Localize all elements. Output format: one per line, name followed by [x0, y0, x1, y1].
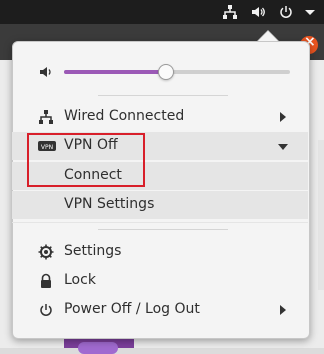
vpn-settings-item[interactable]: VPN Settings	[12, 191, 308, 219]
dropdown-icon[interactable]	[302, 4, 318, 20]
power-icon	[38, 302, 54, 318]
lock-item[interactable]: Lock	[12, 267, 308, 295]
volume-slider[interactable]	[64, 64, 290, 80]
volume-slider-fill	[64, 70, 166, 74]
network-wired-icon	[38, 109, 54, 125]
power-icon[interactable]	[278, 4, 294, 20]
submenu-arrow-icon	[280, 112, 286, 122]
lock-icon	[38, 273, 54, 289]
menu-pointer	[258, 31, 278, 41]
power-off-label: Power Off / Log Out	[64, 301, 200, 317]
lock-label: Lock	[64, 272, 96, 288]
wired-connected-label: Wired Connected	[64, 108, 185, 124]
gear-icon	[38, 244, 54, 260]
network-wired-icon[interactable]	[222, 4, 238, 20]
expand-arrow-icon	[278, 144, 288, 150]
submenu-arrow-icon	[280, 305, 286, 315]
settings-label: Settings	[64, 243, 122, 259]
volume-icon	[38, 64, 54, 80]
power-off-item[interactable]: Power Off / Log Out	[12, 296, 308, 324]
volume-slider-knob[interactable]	[157, 64, 174, 80]
highlight-box	[27, 133, 145, 187]
background-panel	[318, 140, 324, 290]
vpn-settings-label: VPN Settings	[64, 196, 155, 212]
volume-icon[interactable]	[250, 4, 266, 20]
settings-item[interactable]: Settings	[12, 238, 308, 266]
wired-connected-item[interactable]: Wired Connected	[12, 103, 308, 131]
top-bar	[0, 0, 324, 24]
vpn-section-bottom	[12, 222, 308, 223]
separator	[98, 95, 228, 96]
separator	[98, 229, 228, 230]
